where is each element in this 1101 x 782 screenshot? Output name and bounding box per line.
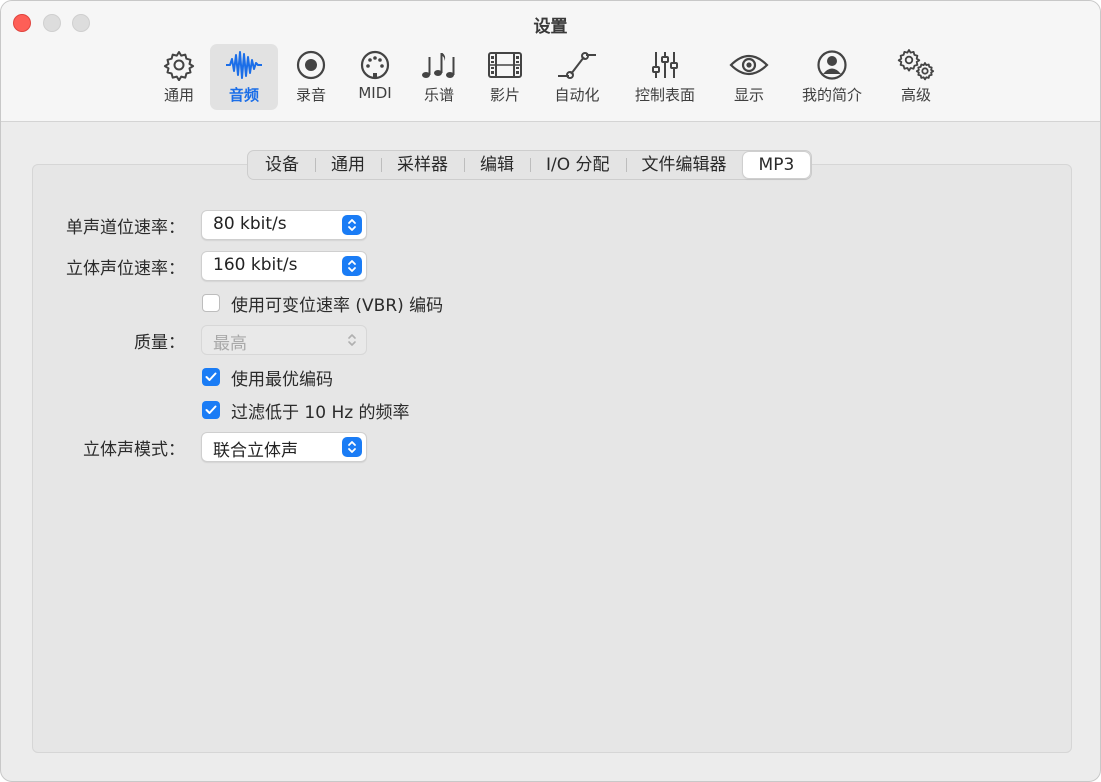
toolbar-item-label: 我的简介 [801, 86, 862, 104]
filter-low-checkbox[interactable] [202, 401, 220, 419]
toolbar-item-advanced[interactable]: 高级 [890, 44, 942, 110]
tab-general[interactable]: 通用 [315, 152, 381, 178]
toolbar-item-display[interactable]: 显示 [723, 44, 775, 110]
gears-icon [896, 48, 936, 82]
toolbar-item-my-info[interactable]: 我的简介 [795, 44, 869, 110]
filter-low-checkbox-row[interactable]: 过滤低于 10 Hz 的频率 [202, 399, 410, 423]
toolbar-item-label: 录音 [295, 86, 326, 104]
toolbar-item-midi[interactable]: MIDI [349, 44, 401, 110]
toolbar-item-label: 自动化 [554, 86, 600, 104]
best-encoding-checkbox[interactable] [202, 368, 220, 386]
settings-panel [32, 164, 1072, 753]
best-encoding-label: 使用最优编码 [231, 369, 333, 390]
record-icon [291, 48, 331, 82]
mono-bitrate-label: 单声道位速率： [66, 218, 185, 238]
tab-io-assignments[interactable]: I/O 分配 [530, 152, 626, 178]
best-encoding-checkbox-row[interactable]: 使用最优编码 [202, 366, 333, 390]
stereo-mode-value: 联合立体声 [213, 441, 298, 461]
toolbar-item-movie[interactable]: 影片 [479, 44, 531, 110]
midi-port-icon [355, 48, 395, 82]
toolbar-item-general[interactable]: 通用 [153, 44, 205, 110]
gear-icon [159, 48, 199, 82]
toolbar-item-label: 乐谱 [423, 86, 454, 104]
toolbar-item-label: 音频 [228, 86, 259, 104]
quality-label: 质量： [134, 333, 185, 353]
vbr-checkbox[interactable] [202, 294, 220, 312]
toolbar-item-automation[interactable]: 自动化 [546, 44, 608, 110]
checkmark-icon [205, 372, 217, 381]
automation-curve-icon [557, 48, 597, 82]
popup-chevrons-icon [342, 330, 362, 350]
quality-value: 最高 [213, 334, 247, 354]
vbr-label: 使用可变位速率 (VBR) 编码 [231, 295, 444, 316]
popup-chevrons-icon [342, 437, 362, 457]
popup-chevrons-icon [342, 256, 362, 276]
waveform-icon [224, 48, 264, 82]
tab-sampler[interactable]: 采样器 [381, 152, 464, 178]
tab-editing[interactable]: 编辑 [464, 152, 530, 178]
stereo-bitrate-label: 立体声位速率： [66, 259, 185, 279]
mono-bitrate-popup[interactable]: 80 kbit/s [201, 210, 367, 240]
stereo-mode-label: 立体声模式： [83, 440, 185, 460]
stereo-bitrate-popup[interactable]: 160 kbit/s [201, 251, 367, 281]
toolbar-item-label: 高级 [900, 86, 931, 104]
film-icon [485, 48, 525, 82]
tab-mp3[interactable]: MP3 [742, 152, 811, 178]
filter-low-label: 过滤低于 10 Hz 的频率 [231, 402, 410, 423]
eye-icon [729, 48, 769, 82]
toolbar-item-label: 通用 [163, 86, 194, 104]
toolbar-item-label: 影片 [489, 86, 520, 104]
tab-devices[interactable]: 设备 [249, 152, 315, 178]
toolbar-item-label: 显示 [733, 86, 764, 104]
mono-bitrate-value: 80 kbit/s [213, 214, 287, 234]
music-notes-icon [419, 48, 459, 82]
toolbar-item-recording[interactable]: 录音 [285, 44, 337, 110]
stereo-bitrate-value: 160 kbit/s [213, 255, 298, 275]
vbr-checkbox-row[interactable]: 使用可变位速率 (VBR) 编码 [202, 292, 444, 316]
toolbar: 设置 通用 音频 录音 MIDI 乐谱 影片 自动化 控制表面 显示 我的简介 … [1, 1, 1100, 122]
quality-popup: 最高 [201, 325, 367, 355]
toolbar-item-label: MIDI [358, 84, 392, 102]
sliders-icon [645, 48, 685, 82]
checkmark-icon [205, 405, 217, 414]
toolbar-item-audio[interactable]: 音频 [210, 44, 278, 110]
window-title: 设置 [533, 17, 568, 37]
toolbar-item-control-surfaces[interactable]: 控制表面 [629, 44, 701, 110]
toolbar-item-score[interactable]: 乐谱 [413, 44, 465, 110]
tab-file-editor[interactable]: 文件编辑器 [625, 152, 743, 178]
toolbar-item-label: 控制表面 [634, 86, 695, 104]
tab-bar: 设备 通用 采样器 编辑 I/O 分配 文件编辑器 MP3 [247, 150, 813, 180]
settings-window: 设置 通用 音频 录音 MIDI 乐谱 影片 自动化 控制表面 显示 我的简介 … [0, 0, 1101, 782]
stereo-mode-popup[interactable]: 联合立体声 [201, 432, 367, 462]
popup-chevrons-icon [342, 215, 362, 235]
person-icon [812, 48, 852, 82]
